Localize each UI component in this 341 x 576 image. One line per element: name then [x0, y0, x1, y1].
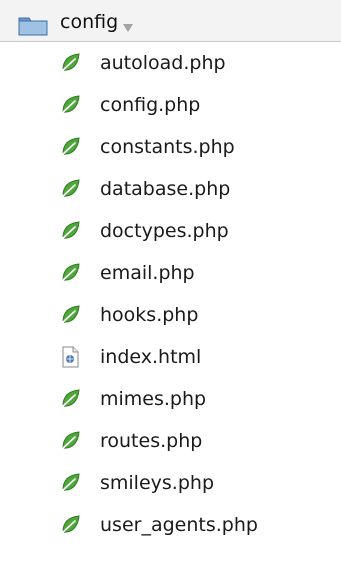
file-name: config.php	[100, 94, 201, 116]
file-row[interactable]: routes.php	[0, 420, 341, 462]
file-name: hooks.php	[100, 304, 199, 326]
file-row[interactable]: constants.php	[0, 126, 341, 168]
leaf-icon	[58, 93, 82, 117]
file-row[interactable]: config.php	[0, 84, 341, 126]
file-list: autoload.php config.php constants.php da…	[0, 42, 341, 546]
file-name: index.html	[100, 346, 202, 368]
leaf-icon	[58, 471, 82, 495]
file-name: routes.php	[100, 430, 203, 452]
file-name: autoload.php	[100, 52, 226, 74]
leaf-icon	[58, 303, 82, 327]
leaf-icon	[58, 513, 82, 537]
file-row[interactable]: smileys.php	[0, 462, 341, 504]
chevron-down-icon[interactable]	[123, 17, 133, 32]
file-name: smileys.php	[100, 472, 214, 494]
folder-name: config	[60, 11, 119, 33]
leaf-icon	[58, 51, 82, 75]
file-row[interactable]: autoload.php	[0, 42, 341, 84]
file-row[interactable]: index.html	[0, 336, 341, 378]
file-row[interactable]: database.php	[0, 168, 341, 210]
file-name: email.php	[100, 262, 195, 284]
file-row[interactable]: hooks.php	[0, 294, 341, 336]
file-row[interactable]: user_agents.php	[0, 504, 341, 546]
leaf-icon	[58, 177, 82, 201]
file-name: user_agents.php	[100, 514, 258, 536]
folder-icon	[18, 14, 48, 36]
leaf-icon	[58, 135, 82, 159]
file-name: constants.php	[100, 136, 235, 158]
file-row[interactable]: mimes.php	[0, 378, 341, 420]
file-row[interactable]: email.php	[0, 252, 341, 294]
html-file-icon	[58, 345, 82, 369]
leaf-icon	[58, 261, 82, 285]
file-name: mimes.php	[100, 388, 207, 410]
folder-header[interactable]: config	[0, 0, 341, 42]
leaf-icon	[58, 429, 82, 453]
file-name: database.php	[100, 178, 231, 200]
file-browser-pane: config autoload.php config.php constants…	[0, 0, 341, 576]
file-row[interactable]: doctypes.php	[0, 210, 341, 252]
leaf-icon	[58, 387, 82, 411]
leaf-icon	[58, 219, 82, 243]
file-name: doctypes.php	[100, 220, 229, 242]
